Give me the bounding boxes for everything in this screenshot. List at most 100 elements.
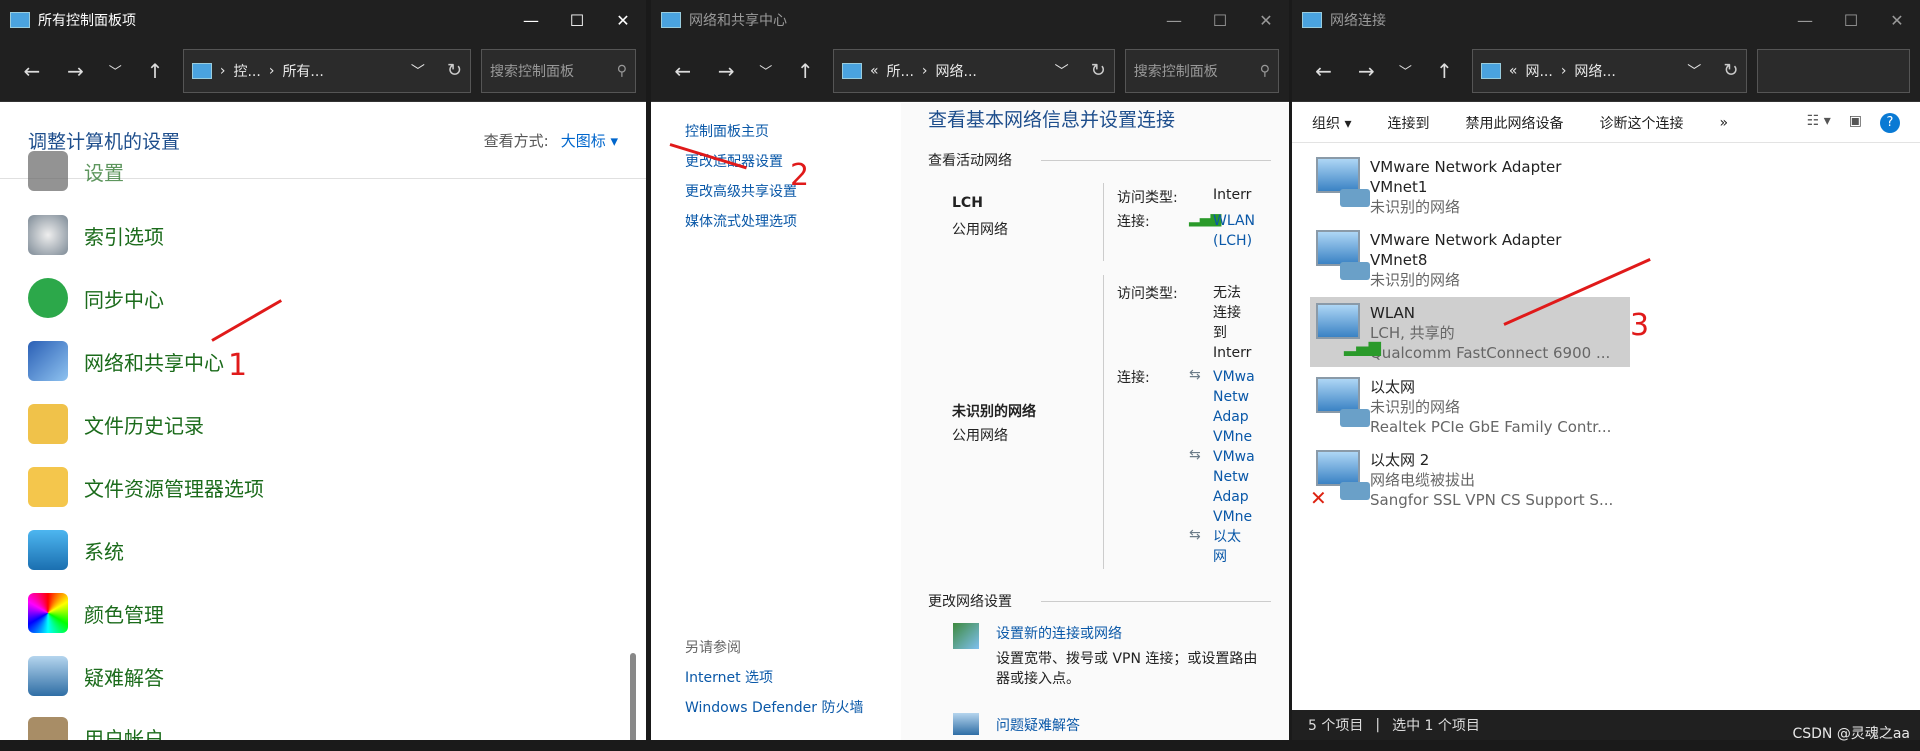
- search-input[interactable]: 搜索控制面板 ⚲: [480, 48, 637, 93]
- network-type: 公用网络: [952, 428, 1008, 444]
- cpl-item-explorer-options[interactable]: 文件资源管理器选项: [28, 467, 264, 507]
- adapter-item[interactable]: VMware Network Adapter VMnet8 未识别的网络: [1310, 224, 1630, 294]
- refresh-icon[interactable]: ↻: [1723, 60, 1738, 81]
- annotation-number: 1: [228, 348, 248, 383]
- more-button[interactable]: »: [1719, 115, 1728, 131]
- setup-description: 设置宽带、拨号或 VPN 连接；或设置路由器或接入点。: [996, 651, 1258, 687]
- forward-arrow-icon[interactable]: →: [1345, 51, 1388, 91]
- cpl-item-file-history[interactable]: 文件历史记录: [28, 404, 204, 444]
- adapter-item[interactable]: 以太网 未识别的网络 Realtek PCIe GbE Family Contr..…: [1310, 371, 1630, 441]
- forward-arrow-icon[interactable]: →: [54, 51, 98, 91]
- maximize-button[interactable]: ☐: [1197, 11, 1243, 30]
- adapter-item-selected[interactable]: ▂▄▆ WLAN LCH, 共享的 Qualcomm FastConnect 690…: [1310, 297, 1630, 367]
- up-arrow-icon[interactable]: ↑: [784, 51, 827, 91]
- minimize-button[interactable]: —: [508, 11, 554, 30]
- vmnet-connection-link[interactable]: VMwa Netw Adap VMne: [1213, 367, 1255, 447]
- help-icon[interactable]: ?: [1880, 112, 1900, 133]
- up-arrow-icon[interactable]: ↑: [1423, 51, 1466, 91]
- address-bar[interactable]: › 控... › 所有... ﹀ ↻: [182, 48, 471, 93]
- address-bar[interactable]: « 网... › 网络... ﹀ ↻: [1471, 48, 1748, 93]
- network-connections-window: 网络连接 — ☐ ✕ ← → ﹀ ↑ « 网... › 网络... ﹀ ↻ 组织…: [1292, 0, 1920, 740]
- chevron-down-icon[interactable]: ﹀: [1388, 51, 1423, 91]
- magnifier-icon: [28, 215, 68, 255]
- window-title: 网络和共享中心: [689, 13, 787, 29]
- link-media-streaming[interactable]: 媒体流式处理选项: [685, 211, 797, 231]
- preview-pane-icon[interactable]: ▣: [1849, 113, 1862, 133]
- ethernet-connection-link[interactable]: 以太网: [1213, 527, 1241, 567]
- refresh-icon[interactable]: ↻: [447, 60, 462, 81]
- network-icon: [28, 341, 68, 381]
- cpl-item-color-management[interactable]: 颜色管理: [28, 593, 164, 633]
- page-title: 查看基本网络信息并设置连接: [928, 109, 1176, 131]
- maximize-button[interactable]: ☐: [1828, 11, 1874, 30]
- back-arrow-icon[interactable]: ←: [1302, 51, 1345, 91]
- close-button[interactable]: ✕: [600, 11, 646, 30]
- cpl-item-indexing[interactable]: 索引选项: [28, 215, 164, 255]
- scrollbar[interactable]: [630, 283, 636, 740]
- back-arrow-icon[interactable]: ←: [10, 51, 54, 91]
- minimize-button[interactable]: —: [1151, 11, 1197, 30]
- forward-arrow-icon[interactable]: →: [704, 51, 747, 91]
- address-toolbar: ← → ﹀ ↑ « 所... › 网络... ﹀ ↻ 搜索控制面板 ⚲: [651, 40, 1289, 102]
- control-panel-icon: [10, 12, 30, 28]
- link-cp-home[interactable]: 控制面板主页: [685, 121, 769, 141]
- troubleshoot-link[interactable]: 问题疑难解答: [996, 715, 1080, 735]
- access-type-label: 访问类型:: [1117, 286, 1178, 302]
- back-arrow-icon[interactable]: ←: [661, 51, 704, 91]
- breadcrumb-item[interactable]: 网络...: [1574, 61, 1615, 81]
- cpl-item-sync[interactable]: 同步中心: [28, 278, 164, 318]
- setup-connection-link[interactable]: 设置新的连接或网络: [996, 623, 1122, 643]
- chevron-down-icon[interactable]: ﹀: [748, 51, 784, 91]
- cpl-item-troubleshoot[interactable]: 疑难解答: [28, 656, 164, 696]
- chevron-down-icon[interactable]: ﹀: [97, 51, 133, 91]
- scrollbar-thumb[interactable]: [630, 653, 636, 740]
- minimize-button[interactable]: —: [1782, 11, 1828, 30]
- computer-icon: [28, 530, 68, 570]
- breadcrumb-item[interactable]: 所有...: [282, 61, 323, 81]
- folder-clock-icon: [28, 404, 68, 444]
- content-area: 组织 ▾ 连接到 禁用此网络设备 诊断这个连接 » ☷ ▾ ▣ ? VMware…: [1292, 103, 1920, 740]
- chevron-down-icon[interactable]: ﹀: [1687, 61, 1701, 81]
- chevron-down-icon[interactable]: ﹀: [411, 61, 425, 81]
- network-type: 公用网络: [952, 222, 1008, 238]
- connect-to-button[interactable]: 连接到: [1387, 113, 1429, 133]
- link-defender-firewall[interactable]: Windows Defender 防火墙: [685, 697, 863, 717]
- search-input[interactable]: [1757, 48, 1910, 93]
- cpl-item-partial[interactable]: 设置: [28, 151, 124, 191]
- maximize-button[interactable]: ☐: [554, 11, 600, 30]
- breadcrumb-item[interactable]: 所...: [887, 61, 914, 81]
- organize-button[interactable]: 组织 ▾: [1312, 113, 1351, 133]
- search-input[interactable]: 搜索控制面板 ⚲: [1124, 48, 1280, 93]
- view-label: 查看方式:: [483, 132, 549, 150]
- view-options-icon[interactable]: ☷ ▾: [1807, 113, 1831, 133]
- disable-device-button[interactable]: 禁用此网络设备: [1465, 113, 1563, 133]
- network-icon: [661, 12, 681, 28]
- sync-icon: [28, 278, 68, 318]
- address-bar[interactable]: « 所... › 网络... ﹀ ↻: [832, 48, 1115, 93]
- adapter-item[interactable]: VMware Network Adapter VMnet1 未识别的网络: [1310, 151, 1630, 221]
- ethernet-icon: ⇆: [1189, 367, 1201, 383]
- view-dropdown[interactable]: 大图标 ▾: [561, 130, 618, 151]
- cpl-item-system[interactable]: 系统: [28, 530, 124, 570]
- breadcrumb-item[interactable]: 控...: [233, 61, 260, 81]
- link-internet-options[interactable]: Internet 选项: [685, 667, 773, 687]
- diagnose-button[interactable]: 诊断这个连接: [1599, 113, 1683, 133]
- vmnet-connection-link[interactable]: VMwa Netw Adap VMne: [1213, 447, 1255, 527]
- close-button[interactable]: ✕: [1243, 11, 1289, 30]
- chevron-down-icon[interactable]: ﹀: [1055, 61, 1069, 81]
- network-folder-icon: [1302, 12, 1322, 28]
- cpl-item-user-accounts[interactable]: 用户帐户: [28, 717, 164, 740]
- close-button[interactable]: ✕: [1874, 11, 1920, 30]
- new-connection-icon: [953, 623, 979, 649]
- breadcrumb-item[interactable]: 网...: [1525, 61, 1552, 81]
- adapter-item[interactable]: ✕ 以太网 2 网络电缆被拔出 Sangfor SSL VPN CS Support…: [1310, 444, 1630, 514]
- selected-count: 选中 1 个项目: [1392, 718, 1480, 734]
- network-icon: [1480, 62, 1501, 79]
- address-toolbar: ← → ﹀ ↑ « 网... › 网络... ﹀ ↻: [1292, 40, 1920, 102]
- cpl-item-network-sharing[interactable]: 网络和共享中心: [28, 341, 224, 381]
- wlan-connection-link[interactable]: WLAN (LCH): [1213, 211, 1259, 251]
- up-arrow-icon[interactable]: ↑: [133, 51, 177, 91]
- breadcrumb-item[interactable]: 网络...: [936, 61, 977, 81]
- link-advanced-sharing[interactable]: 更改高级共享设置: [685, 181, 797, 201]
- refresh-icon[interactable]: ↻: [1091, 60, 1106, 81]
